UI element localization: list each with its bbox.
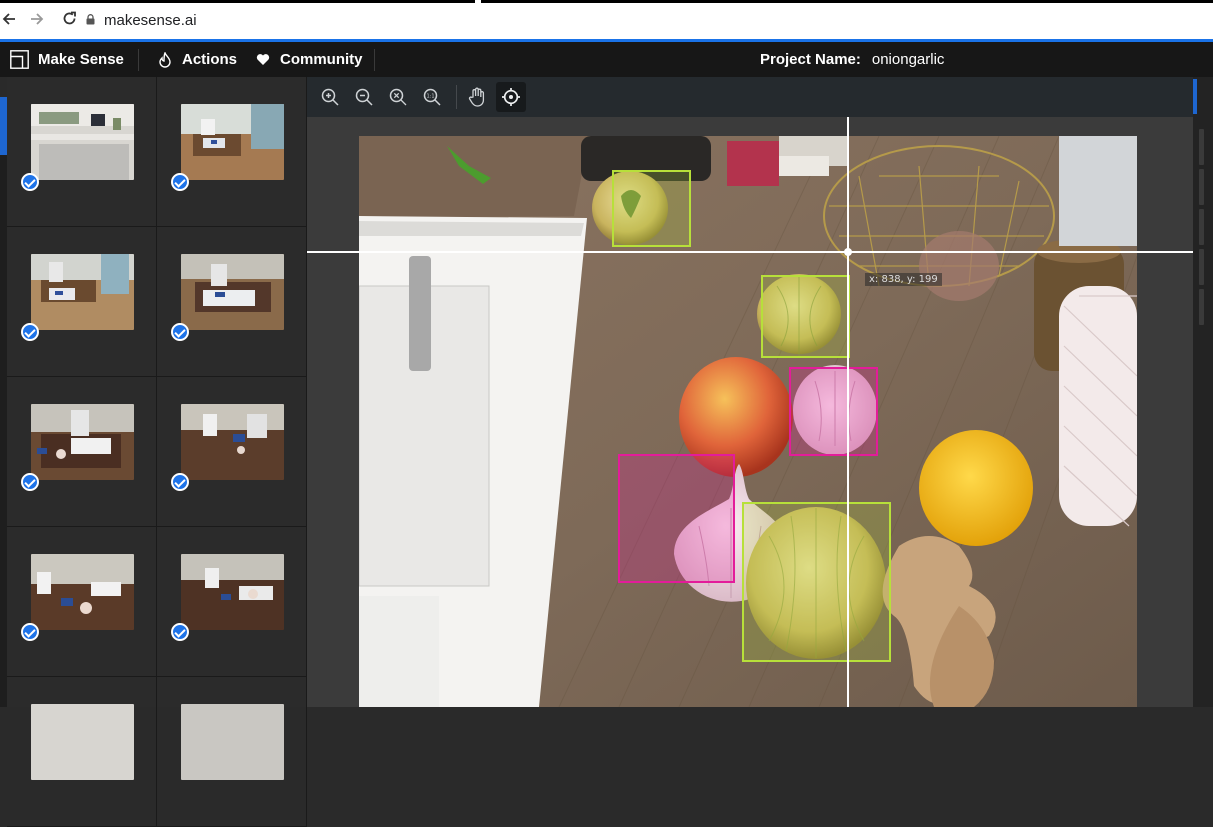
- community-label: Community: [280, 51, 363, 68]
- browser-bar: makesense.ai: [0, 0, 1213, 42]
- right-panel-tab[interactable]: [1199, 249, 1204, 285]
- thumbnail-image: [31, 704, 134, 780]
- image-thumbnail[interactable]: [157, 77, 307, 227]
- crosshair-vertical: [847, 117, 849, 707]
- crosshair-icon[interactable]: [496, 82, 526, 112]
- image-thumbnail[interactable]: [7, 527, 157, 677]
- actions-menu[interactable]: Actions: [158, 42, 237, 77]
- zoom-max-icon[interactable]: 1:1: [417, 82, 447, 112]
- divider: [456, 85, 457, 109]
- thumbnail-image: [181, 254, 284, 330]
- project-name-value[interactable]: oniongarlic: [872, 51, 945, 68]
- right-panel-tab[interactable]: [1199, 209, 1204, 245]
- logo-icon: [10, 50, 29, 69]
- thumbnail-image: [31, 554, 134, 630]
- bounding-box-garlic[interactable]: [618, 454, 735, 583]
- bounding-box-onion[interactable]: [742, 502, 891, 662]
- project-name: Project Name: oniongarlic: [760, 42, 944, 77]
- divider: [138, 49, 139, 71]
- bounding-box-garlic[interactable]: [789, 367, 878, 456]
- project-name-label: Project Name:: [760, 51, 861, 68]
- crosshair-center: [844, 248, 852, 256]
- crosshair-horizontal: [307, 251, 1193, 253]
- zoom-out-icon[interactable]: [349, 82, 379, 112]
- right-panel-tab[interactable]: [1199, 169, 1204, 205]
- left-panel-tab[interactable]: [0, 77, 7, 707]
- left-panel-indicator-top: [0, 77, 7, 97]
- zoom-in-icon[interactable]: [315, 82, 345, 112]
- right-panel-tab[interactable]: [1199, 289, 1204, 325]
- done-check-icon: [171, 623, 189, 641]
- image-thumbnail[interactable]: [7, 677, 157, 827]
- forward-arrow-icon[interactable]: [30, 10, 44, 31]
- editor-toolbar: 1:1: [307, 77, 1193, 117]
- back-arrow-icon[interactable]: [2, 10, 16, 31]
- image-thumbnail[interactable]: [7, 377, 157, 527]
- thumbnail-image: [31, 404, 134, 480]
- done-check-icon: [21, 323, 39, 341]
- thumbnail-image: [181, 404, 284, 480]
- bounding-box-onion[interactable]: [612, 170, 691, 247]
- thumbnail-image: [181, 704, 284, 780]
- svg-text:1:1: 1:1: [426, 94, 434, 100]
- cursor-coordinates: x: 838, y: 199: [865, 273, 942, 286]
- done-check-icon: [21, 623, 39, 641]
- brand-label: Make Sense: [38, 51, 124, 68]
- done-check-icon: [21, 473, 39, 491]
- image-thumbnail[interactable]: [157, 527, 307, 677]
- done-check-icon: [171, 323, 189, 341]
- image-thumbnail[interactable]: [7, 77, 157, 227]
- thumbnail-image: [181, 104, 284, 180]
- thumbnail-image: [181, 554, 284, 630]
- zoom-fit-icon[interactable]: [383, 82, 413, 112]
- community-menu[interactable]: Community: [256, 42, 363, 77]
- right-panel-tab[interactable]: [1199, 129, 1204, 165]
- editor-canvas[interactable]: x: 838, y: 199: [307, 117, 1193, 707]
- done-check-icon: [21, 173, 39, 191]
- address-bar[interactable]: makesense.ai: [104, 12, 197, 29]
- app-header: Make Sense Actions Community Project Nam…: [0, 42, 1213, 77]
- hand-icon[interactable]: [462, 82, 492, 112]
- image-thumbnail[interactable]: [157, 227, 307, 377]
- image-thumbnail[interactable]: [157, 377, 307, 527]
- bounding-box-onion[interactable]: [761, 275, 850, 358]
- tab-strip: [0, 0, 1213, 3]
- image-thumbnail[interactable]: [7, 227, 157, 377]
- done-check-icon: [171, 173, 189, 191]
- image-list: [7, 77, 307, 827]
- right-panel: [1193, 77, 1213, 707]
- done-check-icon: [171, 473, 189, 491]
- divider: [374, 49, 375, 71]
- heart-icon: [256, 54, 270, 65]
- flame-icon: [159, 51, 171, 68]
- lock-icon: [86, 14, 95, 25]
- brand[interactable]: Make Sense: [10, 42, 124, 77]
- thumbnail-image: [31, 254, 134, 330]
- actions-label: Actions: [182, 51, 238, 68]
- thumbnail-image: [31, 104, 134, 180]
- image-thumbnail[interactable]: [157, 677, 307, 827]
- reload-icon[interactable]: [62, 10, 77, 31]
- right-panel-indicator: [1193, 79, 1197, 114]
